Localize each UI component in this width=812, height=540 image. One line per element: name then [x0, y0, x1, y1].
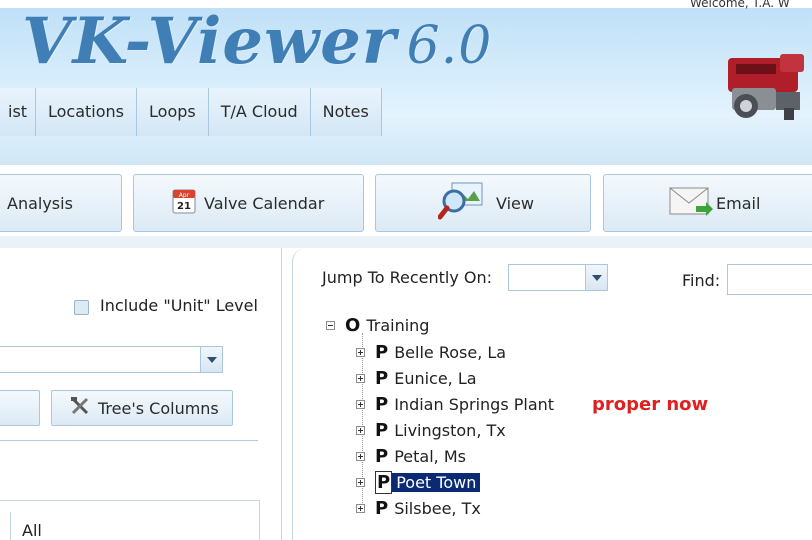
tree-root[interactable]: O Training	[326, 313, 429, 337]
tree-node[interactable]: P Silsbee, Tx	[356, 496, 481, 520]
calendar-month: Apr	[179, 192, 190, 199]
include-unit-label: Include "Unit" Level	[100, 296, 258, 315]
find-input[interactable]	[727, 264, 812, 295]
app-header: VK-Viewer 6.0 Welcome, T.A. W ist Locatio…	[0, 0, 812, 165]
tree-node-selected[interactable]: P Poet Town	[356, 470, 481, 494]
app-title-text: VK-Viewer	[22, 4, 397, 79]
tree-node[interactable]: P Petal, Ms	[356, 444, 466, 468]
nav-tabs: ist Locations Loops T/A Cloud Notes	[0, 88, 382, 136]
expand-icon[interactable]	[356, 477, 365, 487]
analysis-button[interactable]: Analysis	[0, 174, 122, 232]
tab-partial[interactable]: ist	[0, 88, 36, 136]
tree-type-letter: P	[375, 367, 389, 389]
view-button[interactable]: View	[375, 174, 591, 232]
tree-node-label: Indian Springs Plant	[394, 394, 555, 414]
tree-type-letter: P	[375, 445, 389, 467]
tree-node[interactable]: P Indian Springs Plant	[356, 392, 554, 416]
list-separator	[10, 512, 11, 540]
chevron-down-icon[interactable]	[200, 347, 222, 372]
collapse-icon[interactable]	[326, 320, 335, 330]
expand-icon[interactable]	[356, 347, 365, 357]
left-divider	[0, 440, 258, 441]
view-label: View	[496, 193, 534, 213]
expand-icon[interactable]	[356, 373, 365, 383]
valve-calendar-label: Valve Calendar	[204, 193, 325, 213]
trees-columns-button[interactable]: Tree's Columns	[51, 390, 233, 426]
include-unit-checkbox[interactable]	[74, 300, 89, 315]
left-dropdown[interactable]	[0, 346, 223, 373]
tree-node-label: Silsbee, Tx	[394, 498, 481, 518]
magnifier-icon	[437, 181, 488, 225]
chevron-down-icon[interactable]	[585, 265, 607, 290]
tree-type-letter: P	[375, 497, 389, 519]
left-action-button[interactable]	[0, 390, 40, 426]
tree-node[interactable]: P Livingston, Tx	[356, 418, 506, 442]
app-title: VK-Viewer 6.0	[22, 4, 492, 79]
email-label: Email	[716, 193, 761, 213]
tree-type-letter: P	[375, 393, 389, 415]
tree-node-label: Eunice, La	[394, 368, 477, 388]
tree-type-letter: O	[345, 314, 361, 336]
tree-node-label: Training	[366, 315, 430, 335]
welcome-text: Welcome, T.A. W	[690, 0, 790, 10]
calendar-day: 21	[177, 201, 191, 212]
jump-label: Jump To Recently On:	[322, 268, 493, 287]
annotation-note: proper now	[592, 394, 709, 415]
expand-icon[interactable]	[356, 425, 365, 435]
tree-node-label: Livingston, Tx	[394, 420, 506, 440]
tab-notes[interactable]: Notes	[310, 88, 382, 136]
expand-icon[interactable]	[356, 503, 365, 513]
tree-node[interactable]: P Belle Rose, La	[356, 340, 506, 364]
tab-loops[interactable]: Loops	[137, 88, 209, 136]
machine-image	[728, 54, 804, 120]
email-button[interactable]: Email	[603, 174, 812, 232]
tab-locations[interactable]: Locations	[36, 88, 138, 136]
tree-node-label: Poet Town	[392, 472, 481, 492]
trees-columns-label: Tree's Columns	[98, 398, 219, 418]
panel-divider-band	[0, 236, 812, 248]
app-version: 6.0	[406, 16, 493, 76]
list-item[interactable]: All	[22, 521, 42, 540]
toolbar: Analysis Apr 21 Valve Calendar View Emai…	[0, 174, 812, 232]
tools-icon	[70, 396, 90, 420]
envelope-icon	[668, 184, 714, 222]
tree-node[interactable]: P Eunice, La	[356, 366, 477, 390]
calendar-icon: Apr 21	[172, 188, 196, 218]
valve-calendar-button[interactable]: Apr 21 Valve Calendar	[133, 174, 364, 232]
tree-type-letter: P	[375, 341, 389, 363]
tree-node-label: Belle Rose, La	[394, 342, 507, 362]
jump-dropdown[interactable]	[508, 264, 608, 291]
analysis-label: Analysis	[7, 193, 73, 213]
tree-type-letter: P	[375, 470, 393, 494]
tab-ta-cloud[interactable]: T/A Cloud	[208, 88, 311, 136]
tree-type-letter: P	[375, 419, 389, 441]
expand-icon[interactable]	[356, 399, 365, 409]
expand-icon[interactable]	[356, 451, 365, 461]
find-label: Find:	[682, 271, 721, 290]
tree-node-label: Petal, Ms	[394, 446, 466, 466]
